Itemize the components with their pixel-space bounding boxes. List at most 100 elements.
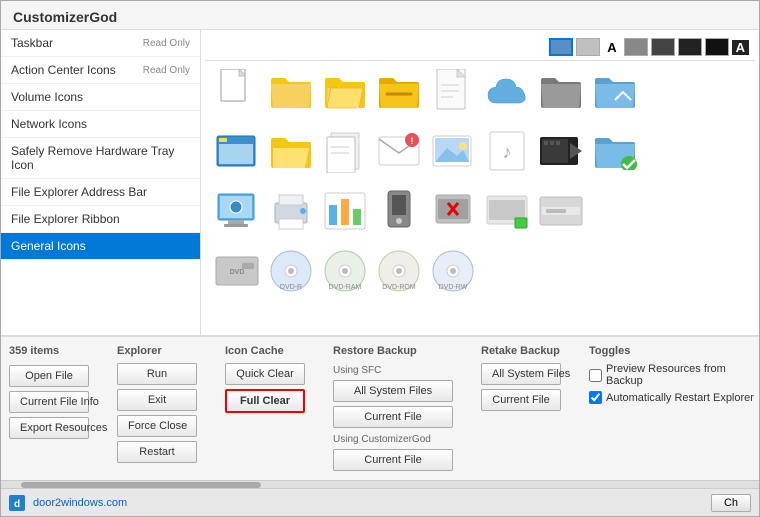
status-button[interactable]: Ch bbox=[711, 494, 751, 512]
force-close-button[interactable]: Force Close bbox=[117, 415, 197, 437]
scrollbar-thumb[interactable] bbox=[21, 482, 261, 488]
open-file-button[interactable]: Open File bbox=[9, 365, 89, 387]
current-file-restore-button[interactable]: Current File bbox=[333, 406, 453, 428]
status-bar: d door2windows.com Ch bbox=[1, 488, 759, 516]
icon-cache-section: Icon Cache Quick Clear Full Clear bbox=[225, 345, 305, 472]
icon-dvd-ram[interactable]: DVD-RAM bbox=[319, 245, 371, 297]
icon-printer[interactable] bbox=[265, 185, 317, 237]
sidebar-item-taskbar[interactable]: Taskbar Read Only bbox=[1, 30, 200, 57]
theme-swatch-blue[interactable] bbox=[549, 38, 573, 56]
sidebar-item-safely-remove[interactable]: Safely Remove Hardware Tray Icon bbox=[1, 138, 200, 179]
svg-text:DVD-RAM: DVD-RAM bbox=[329, 284, 362, 291]
icon-folder-blue[interactable] bbox=[589, 65, 641, 117]
svg-text:♪: ♪ bbox=[503, 142, 512, 162]
icon-folder-variant[interactable] bbox=[373, 65, 425, 117]
theme-label-a-dark: A bbox=[732, 40, 749, 55]
preview-resources-checkbox[interactable] bbox=[589, 369, 602, 382]
icon-papers[interactable] bbox=[319, 125, 371, 177]
icon-drive-x[interactable] bbox=[427, 185, 479, 237]
sidebar-label-file-explorer-ribbon: File Explorer Ribbon bbox=[11, 212, 120, 226]
sidebar-badge-action-center: Read Only bbox=[143, 65, 190, 76]
run-button[interactable]: Run bbox=[117, 363, 197, 385]
export-resources-button[interactable]: Export Resources bbox=[9, 417, 89, 439]
full-clear-button[interactable]: Full Clear bbox=[225, 389, 305, 413]
current-file-retake-button[interactable]: Current File bbox=[481, 389, 561, 411]
svg-text:d: d bbox=[14, 499, 20, 510]
theme-swatch-dark-gray[interactable] bbox=[624, 38, 648, 56]
all-system-files-retake-button[interactable]: All System Files bbox=[481, 363, 561, 385]
icon-folder-open[interactable] bbox=[319, 65, 371, 117]
icon-dvd-player[interactable]: DVD bbox=[211, 245, 263, 297]
svg-text:DVD: DVD bbox=[230, 269, 245, 276]
current-file-info-button[interactable]: Current File Info bbox=[9, 391, 89, 413]
icon-drive-green[interactable] bbox=[481, 185, 533, 237]
sidebar-label-general-icons: General Icons bbox=[11, 239, 86, 253]
all-system-files-restore-button[interactable]: All System Files bbox=[333, 380, 453, 402]
theme-swatch-gray[interactable] bbox=[576, 38, 600, 56]
icon-dvd-r[interactable]: DVD-R bbox=[265, 245, 317, 297]
icon-folder-yellow[interactable] bbox=[265, 65, 317, 117]
retake-backup-title: Retake Backup bbox=[481, 345, 561, 357]
icon-document[interactable] bbox=[427, 65, 479, 117]
svg-text:DVD-RW: DVD-RW bbox=[439, 284, 468, 291]
restart-button[interactable]: Restart bbox=[117, 441, 197, 463]
current-file-cg-button[interactable]: Current File bbox=[333, 449, 453, 471]
sidebar-item-file-explorer-ribbon[interactable]: File Explorer Ribbon bbox=[1, 206, 200, 233]
icon-music[interactable]: ♪ bbox=[481, 125, 533, 177]
preview-resources-row: Preview Resources from Backup bbox=[589, 363, 759, 387]
theme-swatch-near-black[interactable] bbox=[678, 38, 702, 56]
icon-window-blue[interactable] bbox=[211, 125, 263, 177]
sidebar-label-taskbar: Taskbar bbox=[11, 36, 53, 50]
sidebar-label-volume: Volume Icons bbox=[11, 90, 83, 104]
main-window: CustomizerGod Taskbar Read Only Action C… bbox=[0, 0, 760, 517]
explorer-section: Explorer Run Exit Force Close Restart bbox=[117, 345, 197, 472]
theme-swatch-black[interactable] bbox=[705, 38, 729, 56]
sidebar-item-general-icons[interactable]: General Icons bbox=[1, 233, 200, 260]
explorer-title: Explorer bbox=[117, 345, 197, 357]
app-title: CustomizerGod bbox=[13, 9, 117, 25]
horizontal-scrollbar[interactable] bbox=[1, 480, 759, 488]
svg-text:!: ! bbox=[411, 136, 414, 146]
icon-image-frame[interactable] bbox=[427, 125, 479, 177]
preview-resources-label: Preview Resources from Backup bbox=[606, 363, 759, 387]
svg-text:DVD-ROM: DVD-ROM bbox=[382, 284, 416, 291]
icon-computer[interactable] bbox=[211, 185, 263, 237]
icon-envelope[interactable]: ! bbox=[373, 125, 425, 177]
icon-cloud-blue[interactable] bbox=[481, 65, 533, 117]
icon-video[interactable] bbox=[535, 125, 587, 177]
sidebar-label-network: Network Icons bbox=[11, 117, 87, 131]
sidebar-item-action-center[interactable]: Action Center Icons Read Only bbox=[1, 57, 200, 84]
icon-dvd-rw[interactable]: DVD-RW bbox=[427, 245, 479, 297]
icon-folder-green-check[interactable] bbox=[589, 125, 641, 177]
toggles-title: Toggles bbox=[589, 345, 759, 357]
restore-backup-section: Restore Backup Using SFC All System File… bbox=[333, 345, 453, 472]
icon-dvd-rom[interactable]: DVD-ROM bbox=[373, 245, 425, 297]
website-link[interactable]: door2windows.com bbox=[33, 497, 127, 509]
quick-clear-button[interactable]: Quick Clear bbox=[225, 363, 305, 385]
theme-swatch-darker[interactable] bbox=[651, 38, 675, 56]
sidebar: Taskbar Read Only Action Center Icons Re… bbox=[1, 30, 201, 335]
sidebar-label-safely-remove: Safely Remove Hardware Tray Icon bbox=[11, 144, 190, 172]
items-count: 359 items bbox=[9, 345, 89, 357]
sidebar-item-file-explorer-address[interactable]: File Explorer Address Bar bbox=[1, 179, 200, 206]
sidebar-item-volume[interactable]: Volume Icons bbox=[1, 84, 200, 111]
icon-cache-title: Icon Cache bbox=[225, 345, 305, 357]
icon-row-2: ! ♪ bbox=[205, 121, 755, 181]
icon-drive-tray[interactable] bbox=[535, 185, 587, 237]
icon-chart[interactable] bbox=[319, 185, 371, 237]
icon-blank-file[interactable] bbox=[211, 65, 263, 117]
exit-button[interactable]: Exit bbox=[117, 389, 197, 411]
icon-row-1 bbox=[205, 61, 755, 121]
auto-restart-checkbox[interactable] bbox=[589, 391, 602, 404]
svg-text:DVD-R: DVD-R bbox=[280, 284, 302, 291]
retake-backup-section: Retake Backup All System Files Current F… bbox=[481, 345, 561, 472]
icon-area: A A bbox=[201, 30, 759, 335]
auto-restart-label: Automatically Restart Explorer bbox=[606, 392, 754, 404]
sidebar-item-network[interactable]: Network Icons bbox=[1, 111, 200, 138]
sidebar-badge-taskbar: Read Only bbox=[143, 38, 190, 49]
items-section: 359 items Open File Current File Info Ex… bbox=[9, 345, 89, 472]
icon-drive-portable[interactable] bbox=[373, 185, 425, 237]
bottom-bar: 359 items Open File Current File Info Ex… bbox=[1, 335, 759, 480]
icon-folder-open2[interactable] bbox=[265, 125, 317, 177]
icon-folder-dark[interactable] bbox=[535, 65, 587, 117]
